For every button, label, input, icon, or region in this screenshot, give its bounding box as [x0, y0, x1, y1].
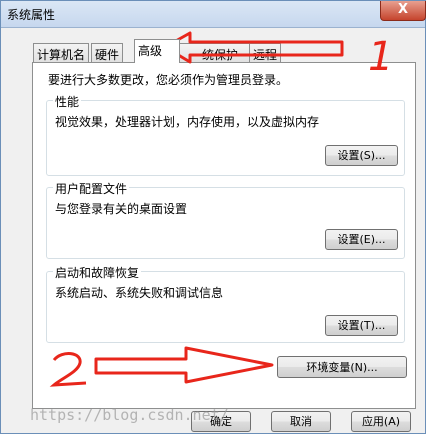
- user-profiles-desc: 与您登录有关的桌面设置: [55, 202, 188, 216]
- startup-recovery-desc: 系统启动、系统失败和调试信息: [55, 286, 224, 300]
- performance-group: 性能 视觉效果，处理器计划，内存使用，以及虚拟内存 设置(S)...: [46, 93, 405, 176]
- apply-button[interactable]: 应用(A): [351, 411, 411, 432]
- title-bar: 系统属性 X: [1, 1, 426, 28]
- performance-desc: 视觉效果，处理器计划，内存使用，以及虚拟内存: [55, 115, 320, 129]
- tab-hardware[interactable]: 硬件: [91, 43, 124, 62]
- ok-button[interactable]: 确定: [191, 411, 251, 432]
- startup-recovery-group: 启动和故障恢复 系统启动、系统失败和调试信息 设置(T)...: [46, 264, 405, 343]
- tab-computer-name[interactable]: 计算机名: [33, 43, 90, 62]
- tab-system-protection[interactable]: 统保护: [179, 43, 251, 62]
- tab-remote[interactable]: 远程: [249, 43, 282, 62]
- close-button[interactable]: X: [380, 1, 426, 21]
- admin-notice: 要进行大多数更改，您必须作为管理员登录。: [48, 73, 289, 87]
- window-title: 系统属性: [7, 8, 56, 22]
- user-profiles-title: 用户配置文件: [53, 180, 130, 197]
- environment-variables-button[interactable]: 环境变量(N)...: [277, 356, 407, 378]
- performance-title: 性能: [53, 93, 82, 110]
- close-icon: X: [397, 2, 409, 17]
- user-profiles-settings-button[interactable]: 设置(E)...: [325, 229, 398, 250]
- performance-settings-button[interactable]: 设置(S)...: [325, 145, 398, 166]
- system-properties-window: 系统属性 X 计算机名 硬件 高级 统保护 远程 要进行大多数更改，您必须作为管…: [0, 0, 426, 434]
- tab-advanced[interactable]: 高级: [134, 39, 180, 63]
- user-profiles-group: 用户配置文件 与您登录有关的桌面设置 设置(E)...: [46, 180, 405, 259]
- cancel-button[interactable]: 取消: [271, 411, 331, 432]
- advanced-panel: 要进行大多数更改，您必须作为管理员登录。 性能 视觉效果，处理器计划，内存使用，…: [32, 62, 416, 409]
- startup-recovery-settings-button[interactable]: 设置(T)...: [325, 315, 398, 336]
- startup-recovery-title: 启动和故障恢复: [53, 264, 142, 281]
